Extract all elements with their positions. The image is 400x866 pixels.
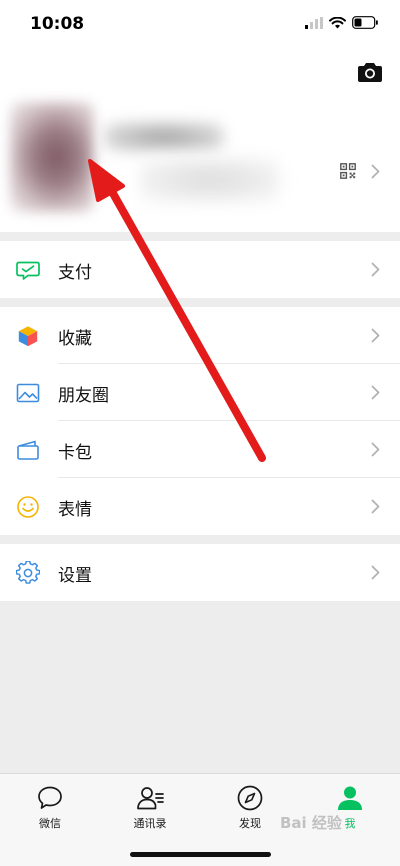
- status-bar: 10:08: [0, 0, 400, 50]
- tab-discover[interactable]: 发现: [215, 784, 285, 831]
- chevron-right-icon: [371, 328, 380, 343]
- tab-label: 发现: [239, 817, 261, 830]
- wechat-id-blurred: [140, 158, 280, 202]
- chevron-right-icon: [371, 565, 380, 580]
- chevron-right-icon[interactable]: [371, 164, 380, 179]
- tab-chats[interactable]: 微信: [15, 784, 85, 831]
- chevron-right-icon: [371, 385, 380, 400]
- contacts-icon: [137, 787, 164, 810]
- wifi-icon: [329, 16, 346, 28]
- avatar[interactable]: [10, 102, 94, 212]
- wechat-pay-icon: [16, 261, 40, 280]
- qrcode-icon[interactable]: [340, 163, 356, 179]
- tab-label: 微信: [39, 817, 61, 830]
- compass-icon: [237, 785, 263, 811]
- menu-item-card-wallet[interactable]: 卡包: [0, 421, 400, 478]
- settings-gear-icon: [16, 561, 40, 584]
- chat-bubble-icon: [38, 786, 62, 809]
- chevron-right-icon: [371, 499, 380, 514]
- card-wallet-icon: [17, 440, 39, 460]
- menu-item-label: 设置: [58, 566, 92, 586]
- sticker-smiley-icon: [17, 496, 39, 518]
- home-indicator: [130, 852, 271, 857]
- menu-item-label: 卡包: [58, 443, 92, 463]
- moments-photo-icon: [16, 383, 40, 403]
- chevron-right-icon: [371, 442, 380, 457]
- menu-item-stickers[interactable]: 表情: [0, 478, 400, 535]
- chevron-right-icon: [371, 262, 380, 277]
- tab-contacts[interactable]: 通讯录: [115, 784, 185, 831]
- tab-label: 通讯录: [133, 817, 167, 830]
- menu-item-moments[interactable]: 朋友圈: [0, 364, 400, 421]
- menu-item-settings[interactable]: 设置: [0, 544, 400, 601]
- menu-item-favorites[interactable]: 收藏: [0, 307, 400, 364]
- camera-icon[interactable]: [358, 62, 382, 82]
- battery-icon: [352, 16, 378, 29]
- pay-group: 支付: [0, 241, 400, 298]
- cellular-signal-icon: [305, 16, 323, 29]
- settings-group: 设置: [0, 544, 400, 601]
- menu-item-label: 收藏: [58, 329, 92, 349]
- watermark: Bai 经验: [280, 814, 342, 832]
- menu-item-pay[interactable]: 支付: [0, 241, 400, 298]
- status-time: 10:08: [30, 14, 85, 34]
- menu-item-label: 表情: [58, 500, 92, 520]
- nickname-blurred: [104, 122, 224, 152]
- favorites-cube-icon: [18, 325, 38, 347]
- menu-item-label: 支付: [58, 263, 92, 283]
- menu-item-label: 朋友圈: [58, 386, 109, 406]
- main-group: 收藏 朋友圈 卡包 表情: [0, 307, 400, 535]
- status-icons: [305, 16, 378, 29]
- profile-header[interactable]: [0, 50, 400, 232]
- person-icon: [338, 786, 362, 810]
